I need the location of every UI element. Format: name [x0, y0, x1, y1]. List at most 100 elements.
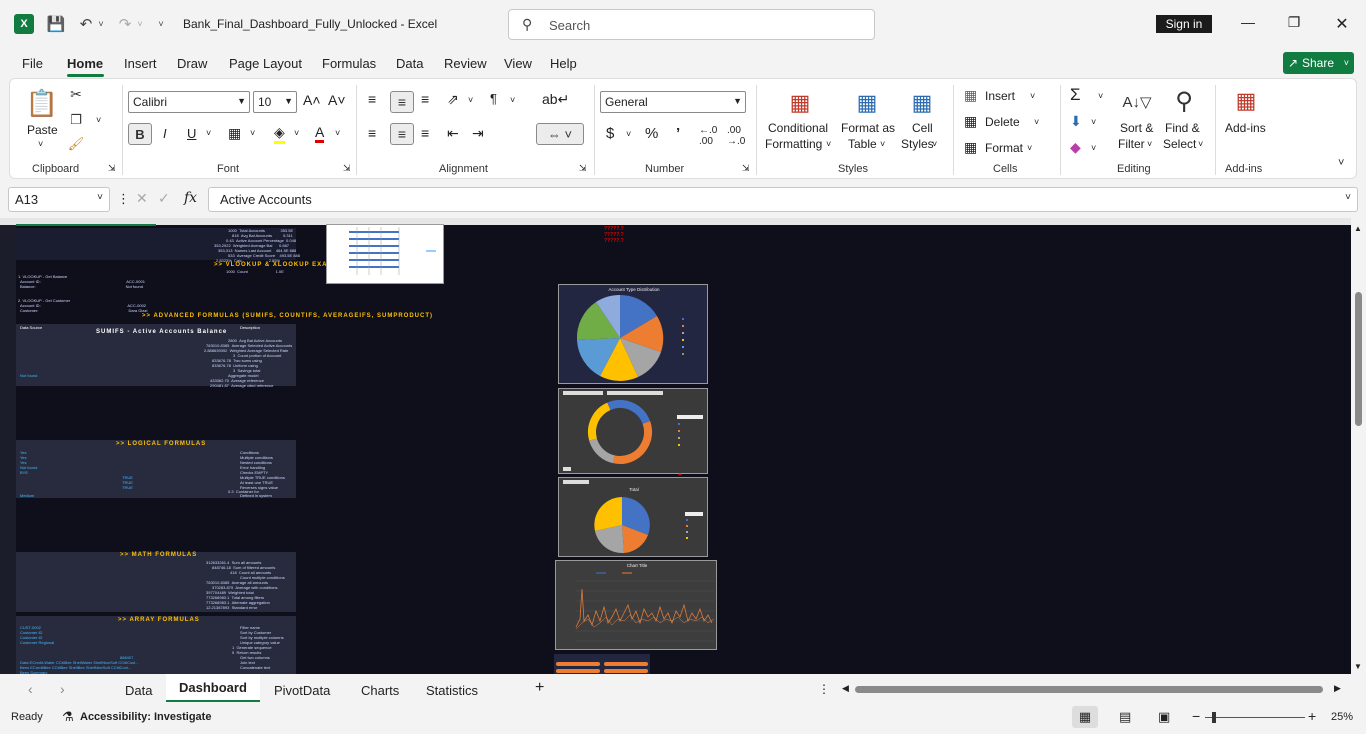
conditional-formatting-icon[interactable]: ▦: [786, 89, 814, 117]
worksheet-grid[interactable]: 1000 Total Accounts 353.5E 818 Avg Bal A…: [0, 218, 1351, 674]
sort-filter-icon[interactable]: A↓▽: [1122, 87, 1152, 117]
undo-icon[interactable]: ↶: [76, 14, 96, 34]
align-center-icon[interactable]: ≡: [390, 123, 414, 145]
fill-color-icon[interactable]: ◈: [274, 124, 285, 144]
mini-table-chart[interactable]: [326, 224, 444, 284]
decrease-indent-icon[interactable]: ⇤: [447, 125, 459, 142]
number-format-combo[interactable]: General ▼: [600, 91, 746, 113]
chevron-down-icon[interactable]: ˅: [96, 115, 101, 125]
insert-cells-button[interactable]: Insert: [985, 89, 1015, 103]
cell-styles-label-2[interactable]: Styles: [901, 137, 934, 151]
font-color-icon[interactable]: A: [315, 124, 325, 143]
horizontal-scrollbar[interactable]: [855, 686, 1323, 693]
chevron-down-icon[interactable]: ˅: [1098, 91, 1103, 101]
bold-icon[interactable]: B: [128, 123, 152, 145]
font-size-combo[interactable]: 10 ▼: [253, 91, 297, 113]
underline-icon[interactable]: U: [187, 126, 196, 141]
find-select-icon[interactable]: ⚲: [1168, 85, 1200, 117]
chevron-down-icon[interactable]: ˅: [96, 14, 106, 34]
chevron-down-icon[interactable]: ˅: [294, 128, 299, 138]
chevron-down-icon[interactable]: ˅: [626, 129, 631, 139]
chevron-down-icon[interactable]: ˅: [1198, 139, 1203, 149]
redo-icon[interactable]: ↷: [115, 14, 135, 34]
fill-icon[interactable]: ⬇: [1070, 113, 1082, 130]
insert-function-icon[interactable]: fx: [184, 190, 197, 206]
restore-icon[interactable]: ❐: [1284, 14, 1304, 31]
align-left-icon[interactable]: ≡: [368, 125, 376, 141]
menu-view[interactable]: View: [504, 56, 532, 71]
cell-styles-icon[interactable]: ▦: [908, 89, 936, 117]
scroll-up-icon[interactable]: ▲: [1354, 224, 1362, 233]
chevron-down-icon[interactable]: ˅: [135, 14, 145, 34]
paste-icon[interactable]: 📋: [26, 87, 58, 119]
tab-statistics[interactable]: Statistics: [426, 683, 478, 698]
menu-review[interactable]: Review: [444, 56, 487, 71]
sort-filter-label-1[interactable]: Sort &: [1120, 121, 1153, 135]
line-chart[interactable]: Chart Title: [555, 560, 717, 650]
chevron-down-icon[interactable]: ˅: [880, 139, 885, 149]
hscroll-left-icon[interactable]: ◀: [842, 683, 849, 694]
tab-scroll-left-icon[interactable]: ‹: [28, 681, 33, 697]
add-sheet-icon[interactable]: +: [535, 679, 544, 697]
chevron-down-icon[interactable]: ˅: [932, 139, 937, 149]
cut-icon[interactable]: ✂: [68, 85, 84, 103]
paragraph-direction-icon[interactable]: ¶: [490, 91, 497, 106]
paste-button[interactable]: Paste: [27, 123, 58, 137]
tab-charts[interactable]: Charts: [361, 683, 399, 698]
save-icon[interactable]: 💾: [46, 14, 66, 34]
more-options-icon[interactable]: ⋮: [117, 191, 130, 207]
wrap-text-icon[interactable]: ab↵: [542, 91, 569, 108]
currency-icon[interactable]: $: [606, 125, 614, 142]
chevron-down-icon[interactable]: ˅: [335, 128, 340, 138]
expand-formula-icon[interactable]: ˅: [1345, 192, 1351, 203]
zoom-slider-track[interactable]: [1205, 717, 1305, 718]
find-select-label-2[interactable]: Select: [1163, 137, 1196, 151]
merge-center-icon[interactable]: ⇔ ˅: [536, 123, 584, 145]
normal-view-icon[interactable]: ▦: [1072, 706, 1098, 728]
dialog-launcher-icon[interactable]: ⇲: [343, 163, 351, 174]
delete-cells-button[interactable]: Delete: [985, 115, 1020, 129]
page-layout-view-icon[interactable]: ▤: [1119, 709, 1131, 725]
chevron-down-icon[interactable]: ˅: [1091, 117, 1096, 127]
chevron-down-icon[interactable]: ˅: [1034, 117, 1039, 127]
font-name-combo[interactable]: Calibri ▼: [128, 91, 250, 113]
increase-font-icon[interactable]: A˄: [303, 92, 321, 108]
chevron-down-icon[interactable]: ˅: [1030, 91, 1035, 101]
autosum-icon[interactable]: Σ: [1070, 85, 1081, 105]
tab-scroll-right-icon[interactable]: ›: [60, 681, 65, 697]
accessibility-icon[interactable]: ⚗: [62, 709, 74, 725]
search-box[interactable]: ⚲ Search: [508, 9, 875, 40]
zoom-level[interactable]: 25%: [1331, 711, 1353, 723]
dialog-launcher-icon[interactable]: ⇲: [579, 163, 587, 174]
percent-icon[interactable]: %: [645, 125, 658, 142]
format-as-table-label-1[interactable]: Format as: [841, 121, 895, 135]
orientation-icon[interactable]: ⇗: [447, 91, 459, 108]
clear-icon[interactable]: ◆: [1070, 139, 1081, 156]
format-painter-icon[interactable]: 🖌: [68, 135, 85, 153]
customize-toolbar-icon[interactable]: ˅: [155, 14, 167, 34]
tab-data[interactable]: Data: [125, 683, 152, 698]
collapse-ribbon-icon[interactable]: ˅: [1338, 157, 1344, 169]
tab-options-icon[interactable]: ⋮: [818, 682, 830, 696]
zoom-in-icon[interactable]: +: [1308, 708, 1316, 724]
menu-home[interactable]: Home: [67, 56, 103, 71]
cancel-icon[interactable]: ✕: [136, 190, 148, 207]
conditional-formatting-label-2[interactable]: Formatting: [765, 137, 822, 151]
minimize-icon[interactable]: —: [1238, 14, 1258, 30]
scroll-down-icon[interactable]: ▼: [1354, 662, 1362, 671]
zoom-out-icon[interactable]: −: [1192, 708, 1200, 724]
menu-page-layout[interactable]: Page Layout: [229, 56, 302, 71]
align-right-icon[interactable]: ≡: [421, 125, 429, 141]
tab-dashboard[interactable]: Dashboard: [179, 680, 247, 695]
name-box[interactable]: A13 ˅: [8, 187, 110, 212]
cell-styles-label-1[interactable]: Cell: [912, 121, 933, 135]
chevron-down-icon[interactable]: ˅: [468, 95, 473, 105]
dialog-launcher-icon[interactable]: ⇲: [108, 163, 116, 174]
donut-chart[interactable]: [558, 388, 708, 475]
align-bottom-icon[interactable]: ≡: [421, 91, 429, 107]
format-cells-icon[interactable]: ▦: [964, 139, 977, 156]
align-top-icon[interactable]: ≡: [368, 91, 376, 107]
tab-pivotdata[interactable]: PivotData: [274, 683, 330, 698]
decrease-font-icon[interactable]: A˅: [328, 92, 346, 108]
borders-icon[interactable]: ▦: [228, 125, 241, 142]
